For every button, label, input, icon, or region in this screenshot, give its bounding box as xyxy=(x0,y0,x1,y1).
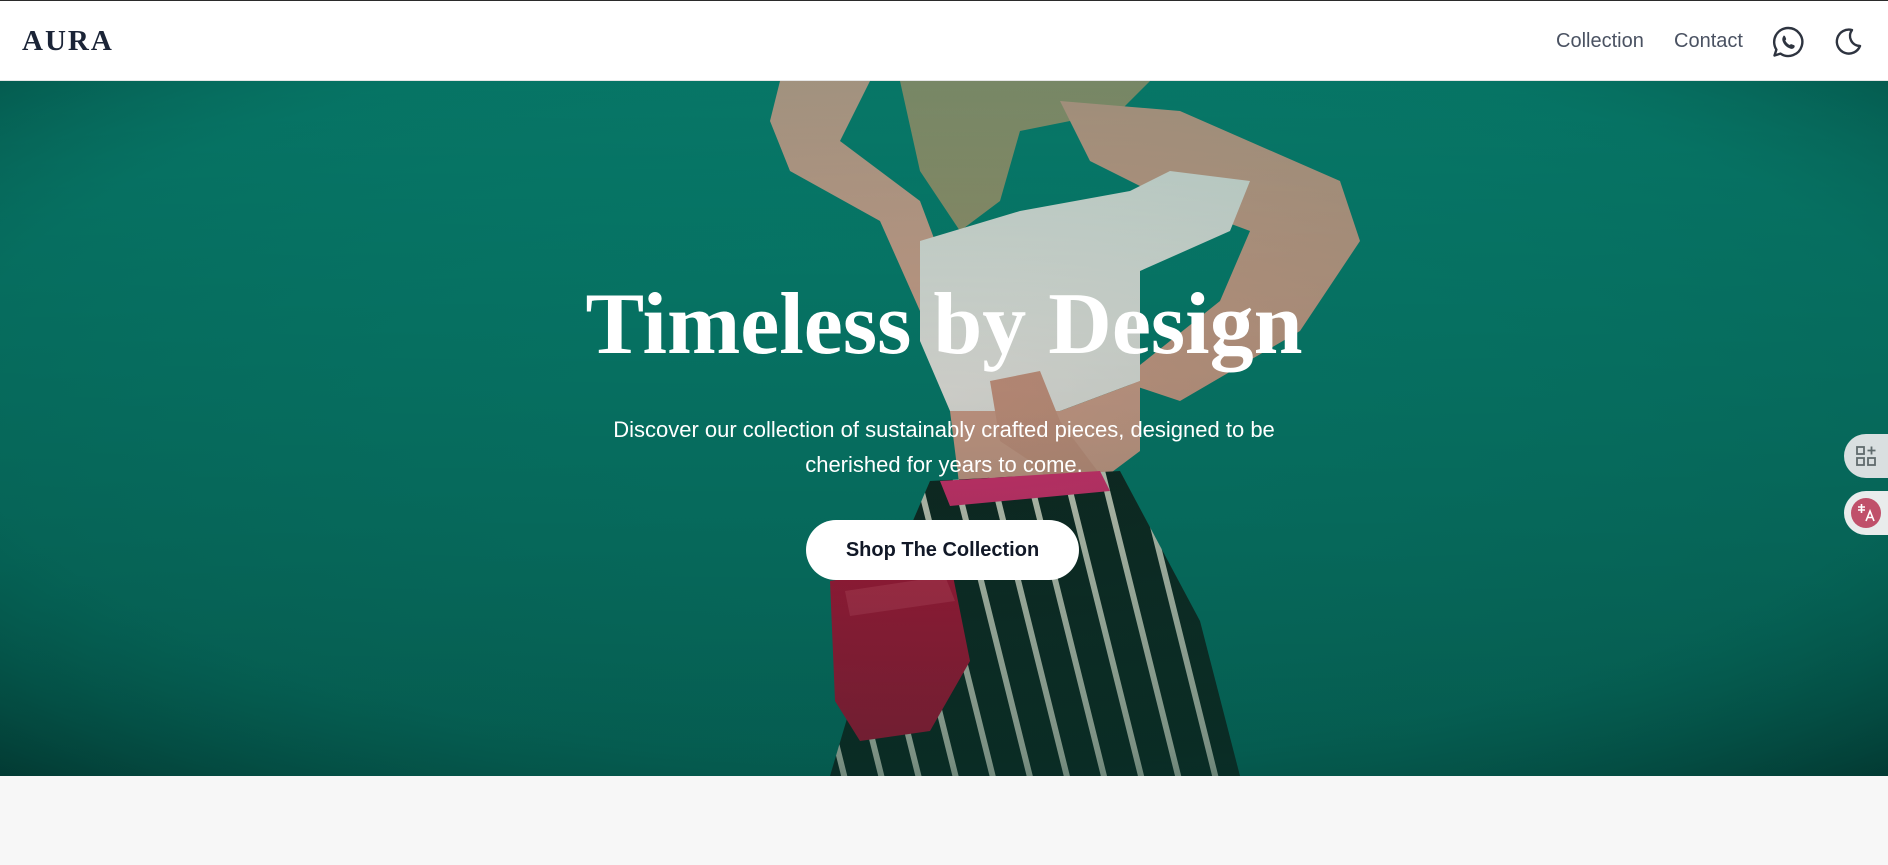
whatsapp-icon[interactable] xyxy=(1771,25,1805,59)
hero-subtitle-line-2: cherished for years to come. xyxy=(805,452,1083,477)
hero-section: Timeless by Design Discover our collecti… xyxy=(0,81,1888,776)
moon-icon[interactable] xyxy=(1832,26,1864,58)
apps-add-icon xyxy=(1855,445,1877,467)
nav-link-collection[interactable]: Collection xyxy=(1556,30,1644,53)
hero-title: Timeless by Design xyxy=(585,276,1303,373)
side-widget-translate[interactable] xyxy=(1844,491,1888,535)
translate-icon xyxy=(1851,498,1881,528)
hero-subtitle-line-1: Discover our collection of sustainably c… xyxy=(613,417,1275,442)
brand-logo[interactable]: AURA xyxy=(22,25,114,58)
shop-collection-button[interactable]: Shop The Collection xyxy=(806,520,1079,580)
hero-subtitle: Discover our collection of sustainably c… xyxy=(594,412,1294,482)
side-widget-apps[interactable] xyxy=(1844,434,1888,478)
nav-link-contact[interactable]: Contact xyxy=(1674,30,1743,53)
navbar: AURA Collection Contact xyxy=(0,1,1888,81)
